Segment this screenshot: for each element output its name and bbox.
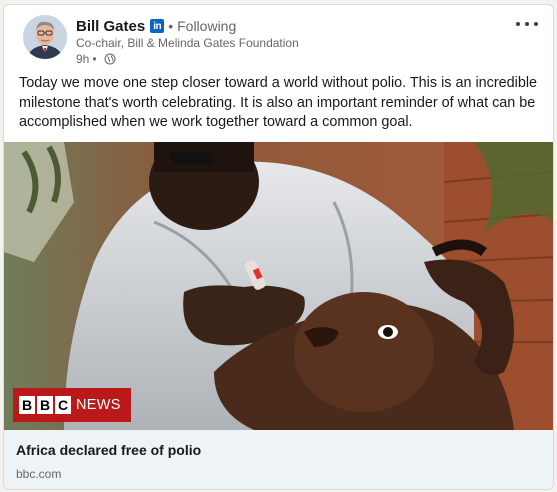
globe-icon (104, 53, 116, 65)
linkedin-influencer-icon: in (150, 19, 165, 33)
bbc-news-logo: B B C NEWS (13, 388, 131, 422)
author-avatar[interactable] (23, 15, 67, 59)
bbc-logo-word: NEWS (76, 397, 121, 413)
separator-dot: • (92, 52, 97, 66)
author-name-row: Bill Gates in • Following (76, 17, 236, 35)
post-body-text: Today we move one step closer toward a w… (19, 75, 538, 131)
link-preview[interactable]: Africa declared free of polio bbc.com (4, 430, 553, 489)
following-status: Following (177, 18, 237, 34)
post-meta: 9h • (76, 52, 116, 66)
separator-dot: • (168, 18, 174, 34)
post-header: Bill Gates in • Following Co-chair, Bill… (4, 5, 553, 69)
author-name[interactable]: Bill Gates (76, 18, 145, 35)
post-time: 9h (76, 52, 90, 66)
bbc-logo-letter: B (37, 396, 53, 414)
more-dot (516, 22, 520, 26)
author-headline: Co-chair, Bill & Melinda Gates Foundatio… (76, 36, 299, 50)
link-preview-domain: bbc.com (16, 467, 62, 481)
post-image[interactable]: B B C NEWS (4, 142, 553, 430)
more-dot (534, 22, 538, 26)
more-horizontal-icon[interactable] (516, 17, 538, 31)
bbc-logo-letter: B (19, 396, 35, 414)
more-dot (525, 22, 529, 26)
feed-post-card: Bill Gates in • Following Co-chair, Bill… (3, 4, 554, 490)
link-preview-title[interactable]: Africa declared free of polio (16, 442, 201, 458)
bbc-logo-letter: C (55, 396, 71, 414)
